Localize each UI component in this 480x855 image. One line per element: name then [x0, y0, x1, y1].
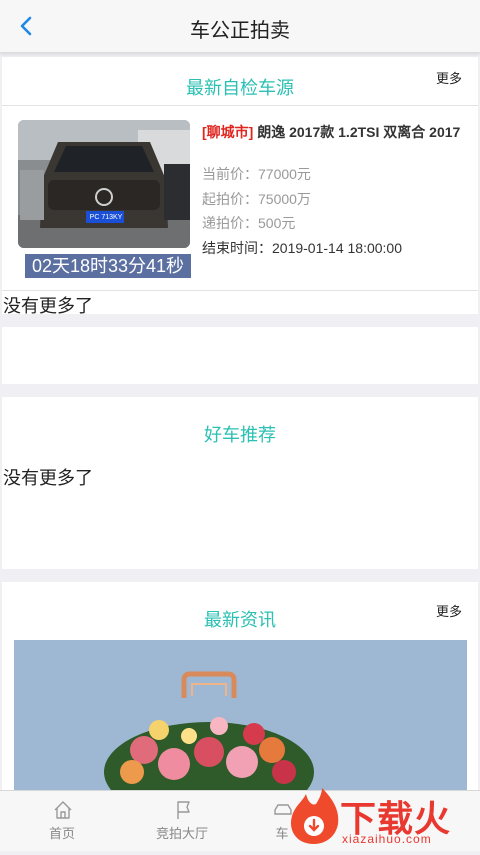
start-price: 起拍价：75000万 — [202, 191, 311, 207]
tab-auction-hall[interactable]: 竞拍大厅 — [134, 791, 230, 851]
no-more-text: 没有更多了 — [3, 296, 93, 316]
empty-card — [2, 327, 478, 384]
divider — [2, 105, 478, 106]
more-link-latest[interactable]: 更多 — [436, 68, 462, 87]
section-title-latest: 最新自检车源 — [186, 78, 294, 98]
license-plate: PC 713KY — [89, 214, 123, 221]
no-more-text: 没有更多了 — [3, 468, 93, 488]
end-time: 结束时间：2019-01-14 18:00:00 — [202, 240, 402, 256]
news-image[interactable] — [14, 640, 467, 800]
tab-label: 首页 — [48, 826, 75, 841]
more-link-news[interactable]: 更多 — [436, 601, 462, 620]
divider — [2, 290, 478, 291]
auction-countdown: 02天18时33分41秒 — [25, 254, 191, 278]
section-title-recommend: 好车推荐 — [204, 425, 276, 445]
flame-logo-icon — [290, 788, 339, 844]
car-city: [聊城市] — [202, 124, 254, 140]
page-title: 车公正拍卖 — [190, 20, 290, 42]
current-price: 当前价：77000元 — [202, 166, 311, 182]
tab-label: 竞拍大厅 — [155, 826, 208, 841]
home-icon — [54, 801, 72, 819]
section-title-news: 最新资讯 — [204, 610, 276, 630]
car-photo[interactable] — [18, 120, 190, 248]
car-name: 朗逸 2017款 1.2TSI 双离合 2017 — [257, 124, 461, 140]
watermark-url: xiazaihuo.com — [342, 832, 432, 846]
tab-home[interactable]: 首页 — [14, 791, 110, 851]
flag-icon — [177, 801, 190, 819]
top-nav-bar: 车公正拍卖 — [0, 0, 480, 53]
car-title[interactable]: [聊城市] 朗逸 2017款 1.2TSI 双离合 2017 — [202, 124, 464, 140]
bid-increment: 递拍价：500元 — [202, 215, 296, 231]
